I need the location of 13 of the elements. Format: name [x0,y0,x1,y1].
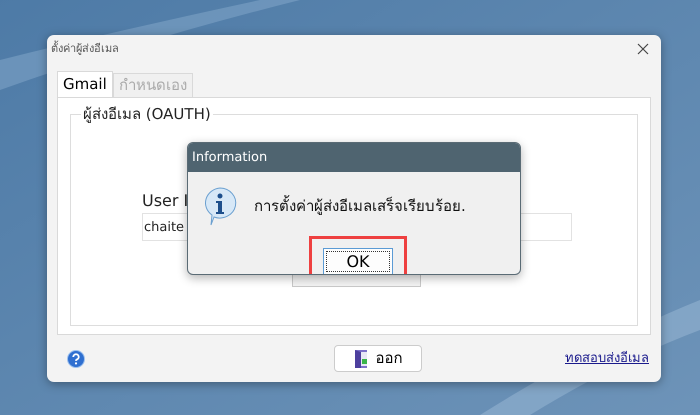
exit-button[interactable]: ออก [334,345,422,372]
dialog-title: Information [188,143,520,172]
group-title: ผู้ส่งอีเมล (OAUTH) [81,103,213,126]
window-title: ตั้งค่าผู้ส่งอีเมล [51,40,119,57]
door-icon [354,348,370,368]
info-icon [202,186,238,226]
ok-button[interactable]: OK [323,248,393,274]
test-email-link[interactable]: ทดสอบส่งอีเมล [565,348,649,368]
field-label: User I [142,191,188,211]
dialog-message: การตั้งค่าผู้ส่งอีเมลเสร็จเรียบร้อย. [254,194,466,217]
tab[interactable]: Gmail [57,71,113,97]
close-icon[interactable] [635,41,651,57]
help-icon[interactable] [67,350,85,368]
